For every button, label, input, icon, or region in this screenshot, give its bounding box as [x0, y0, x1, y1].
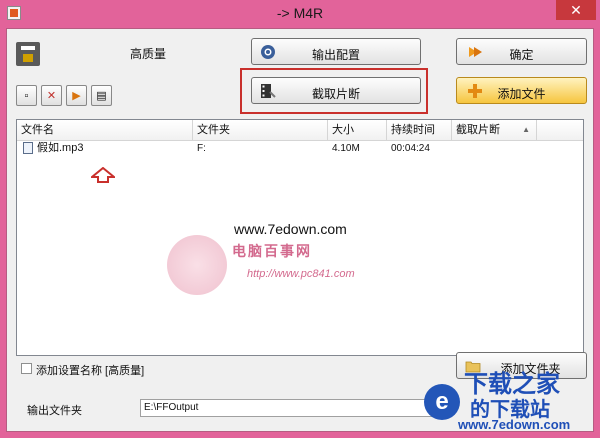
table-row[interactable]: 假如.mp3 F: 4.10M 00:04:24 — [17, 140, 583, 157]
add-preset-name-checkbox[interactable] — [21, 363, 32, 374]
annotation-arrow-icon — [91, 167, 115, 183]
close-button[interactable]: ✕ — [556, 0, 596, 20]
clip-button[interactable]: 截取片断 — [251, 77, 421, 104]
window-title: -> M4R — [276, 5, 324, 21]
cell-file-name: 假如.mp3 — [37, 142, 84, 154]
file-list[interactable]: 文件名 文件夹 大小 持续时间 截取片断 ▲ 假如.mp3 F: 4.10M 0… — [16, 119, 584, 356]
play-button[interactable]: ▶ — [66, 85, 87, 106]
cell-duration: 00:04:24 — [391, 143, 430, 154]
watermark-site-text: www.7edown.com — [234, 221, 347, 237]
column-header-name[interactable]: 文件名 — [17, 120, 193, 140]
add-preset-name-label: 添加设置名称 [高质量] — [36, 365, 145, 377]
browser-e-icon: e — [424, 384, 460, 420]
cell-folder: F: — [197, 143, 206, 154]
preset-label: 高质量 — [130, 47, 167, 61]
preset-icon[interactable] — [16, 42, 40, 66]
file-list-header: 文件名 文件夹 大小 持续时间 截取片断 ▲ — [17, 120, 583, 141]
watermark-logo-url: http://www.pc841.com — [247, 268, 355, 280]
add-file-button[interactable]: 添加文件 — [456, 77, 587, 104]
output-folder-field[interactable]: E:\FFOutput — [140, 399, 434, 417]
audio-file-icon — [23, 142, 33, 154]
watermark-logo: 电脑百事网 http://www.pc841.com — [167, 235, 427, 305]
brand-watermark: e 下载之家 的下载站 www.7edown.com — [422, 362, 594, 438]
brand-url: www.7edown.com — [458, 417, 571, 432]
ok-label: 确定 — [509, 48, 534, 62]
cell-clip — [452, 140, 537, 157]
file-info-button[interactable]: ▤ — [91, 85, 112, 106]
add-file-label: 添加文件 — [497, 87, 546, 101]
clear-list-button[interactable]: ✕ — [41, 85, 62, 106]
rose-icon — [167, 235, 227, 295]
clip-label: 截取片断 — [311, 87, 360, 101]
column-header-clip-label: 截取片断 — [456, 124, 500, 136]
close-icon: ✕ — [570, 2, 582, 18]
column-header-size[interactable]: 大小 — [328, 120, 387, 140]
watermark-logo-title: 电脑百事网 — [232, 243, 312, 259]
column-header-clip[interactable]: 截取片断 ▲ — [452, 120, 537, 140]
output-config-label: 输出配置 — [311, 48, 360, 62]
output-folder-label: 输出文件夹 — [27, 405, 82, 417]
clear-icon: ✕ — [46, 90, 57, 102]
column-header-folder[interactable]: 文件夹 — [193, 120, 328, 140]
sort-arrow-icon: ▲ — [522, 125, 530, 134]
remove-icon: ▫ — [24, 90, 29, 102]
remove-file-button[interactable]: ▫ — [16, 85, 37, 106]
info-icon: ▤ — [96, 90, 107, 102]
column-header-duration[interactable]: 持续时间 — [387, 120, 452, 140]
title-bar: -> M4R ✕ — [0, 0, 600, 28]
output-config-button[interactable]: 输出配置 — [251, 38, 421, 65]
ok-button[interactable]: 确定 — [456, 38, 587, 65]
cell-size: 4.10M — [332, 143, 360, 154]
play-icon: ▶ — [72, 90, 81, 102]
